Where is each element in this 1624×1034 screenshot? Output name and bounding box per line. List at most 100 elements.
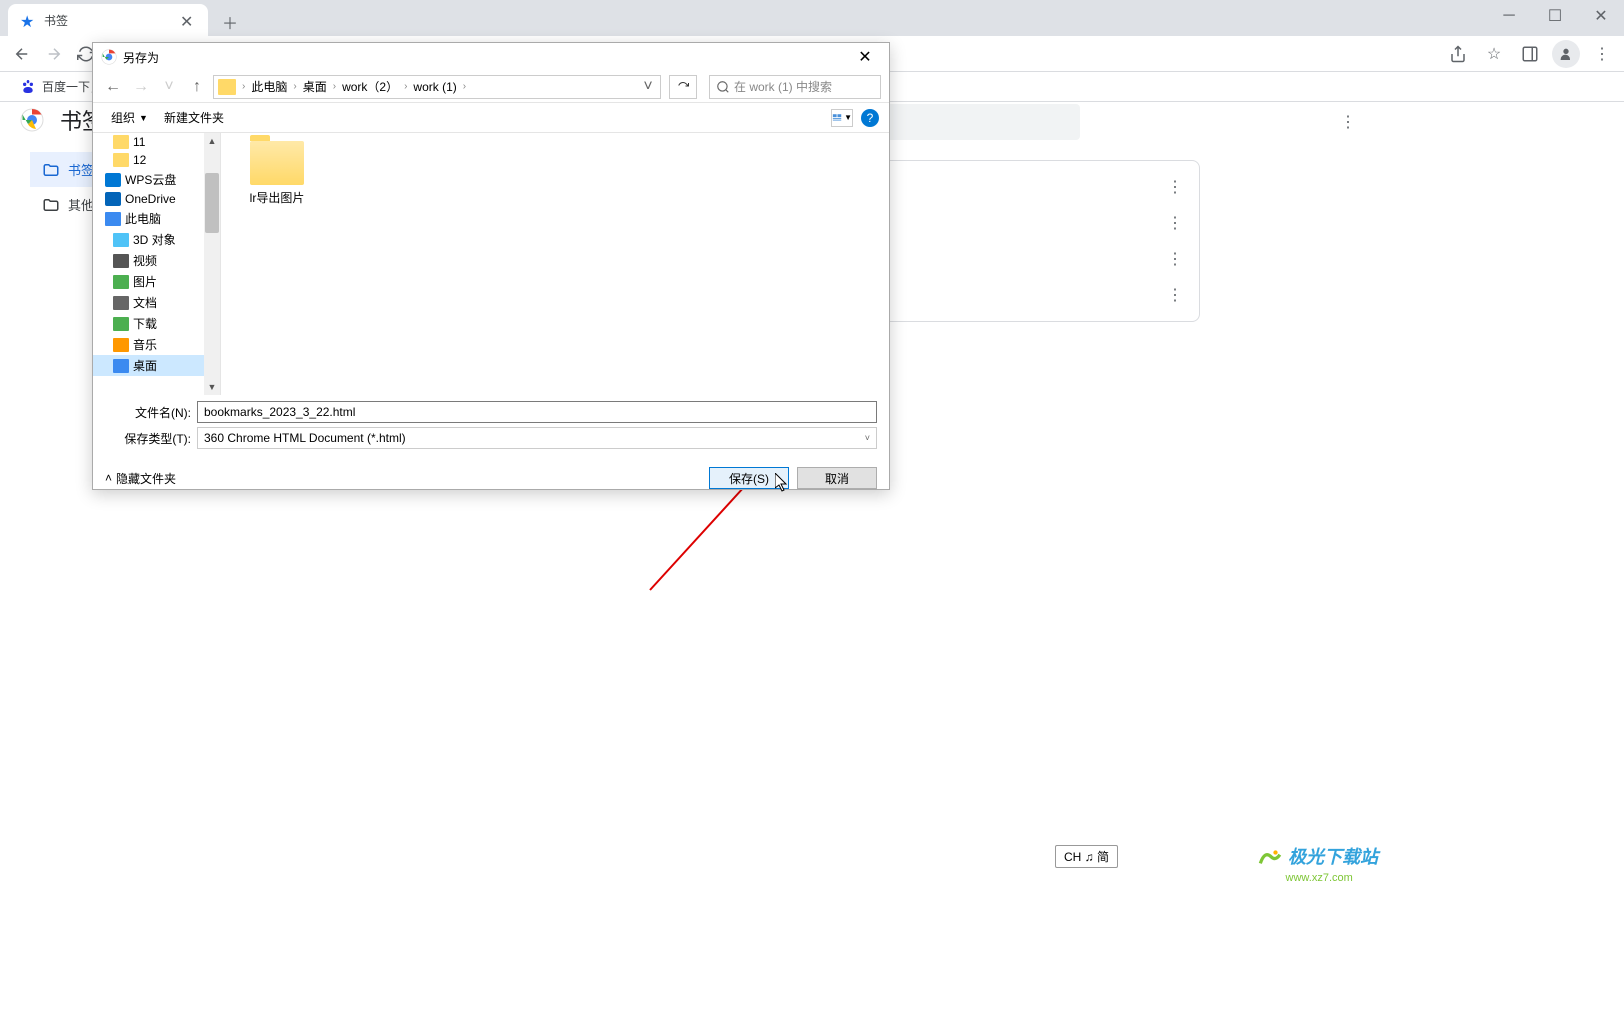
tree-scrollbar[interactable]: ▲ ▼	[204, 133, 220, 395]
tree-item-pictures[interactable]: 图片	[93, 271, 220, 292]
maximize-button[interactable]: ☐	[1532, 0, 1578, 32]
organize-button[interactable]: 组织 ▼	[103, 105, 156, 130]
chevron-right-icon[interactable]: ›	[331, 81, 338, 92]
folder-icon	[218, 79, 236, 95]
star-outline-icon[interactable]: ☆	[1480, 40, 1508, 68]
filename-label: 文件名(N):	[105, 404, 197, 421]
nav-recent-button[interactable]: ˅	[157, 75, 181, 99]
filetype-select[interactable]: 360 Chrome HTML Document (*.html) ˅	[197, 427, 877, 449]
dialog-search-input[interactable]: 在 work (1) 中搜索	[709, 75, 881, 99]
tree-item-downloads[interactable]: 下载	[93, 313, 220, 334]
tree-item-documents[interactable]: 文档	[93, 292, 220, 313]
cloud-icon	[105, 173, 121, 187]
nav-forward-button[interactable]: →	[129, 75, 153, 99]
share-icon[interactable]	[1444, 40, 1472, 68]
chevron-down-icon: ˅	[865, 433, 870, 443]
back-button[interactable]	[8, 40, 36, 68]
forward-button[interactable]	[40, 40, 68, 68]
scroll-up-icon[interactable]: ▲	[204, 133, 220, 149]
chrome-icon	[101, 49, 117, 65]
tree-item[interactable]: 11	[93, 133, 220, 151]
folder-icon	[42, 161, 60, 179]
more-dots-icon[interactable]: ⋮	[1167, 177, 1183, 197]
more-dots-icon[interactable]: ⋮	[1167, 249, 1183, 269]
scroll-thumb[interactable]	[205, 173, 219, 233]
breadcrumb-bar[interactable]: › 此电脑 › 桌面 › work（2） › work (1) › ˅	[213, 75, 661, 99]
more-dots-icon[interactable]: ⋮	[1167, 285, 1183, 305]
filename-input[interactable]	[197, 401, 877, 423]
baidu-icon	[20, 79, 36, 95]
view-mode-button[interactable]: ▼	[831, 109, 853, 127]
dialog-nav: ← → ˅ ↑ › 此电脑 › 桌面 › work（2） › work (1) …	[93, 71, 889, 103]
tab-title: 书签	[44, 12, 180, 29]
chevron-right-icon[interactable]: ›	[291, 81, 298, 92]
watermark-url: www.xz7.com	[1286, 872, 1378, 884]
sidebar-label: 书签	[68, 160, 94, 179]
chrome-logo-icon	[20, 108, 44, 132]
panel-icon[interactable]	[1516, 40, 1544, 68]
tree-item-music[interactable]: 音乐	[93, 334, 220, 355]
file-item[interactable]: lr导出图片	[237, 141, 317, 206]
dialog-body: 11 12 WPS云盘 OneDrive 此电脑 3D 对象 视频 图片 文档 …	[93, 133, 889, 395]
breadcrumb-dropdown-icon[interactable]: ˅	[640, 78, 656, 96]
filetype-label: 保存类型(T):	[105, 430, 197, 447]
music-icon	[113, 338, 129, 352]
menu-dots-icon[interactable]: ⋮	[1588, 40, 1616, 68]
tree-item-3d[interactable]: 3D 对象	[93, 229, 220, 250]
scroll-down-icon[interactable]: ▼	[204, 379, 220, 395]
file-name: lr导出图片	[250, 189, 305, 206]
save-button[interactable]: 保存(S)	[709, 467, 789, 489]
pc-icon	[105, 212, 121, 226]
tree-item-video[interactable]: 视频	[93, 250, 220, 271]
breadcrumb-item[interactable]: work（2）	[338, 78, 402, 95]
new-tab-button[interactable]: ＋	[216, 8, 244, 36]
dialog-fields: 文件名(N): 保存类型(T): 360 Chrome HTML Documen…	[93, 395, 889, 459]
picture-icon	[113, 275, 129, 289]
breadcrumb-item[interactable]: 此电脑	[247, 78, 291, 95]
folder-tree[interactable]: 11 12 WPS云盘 OneDrive 此电脑 3D 对象 视频 图片 文档 …	[93, 133, 221, 395]
download-icon	[113, 317, 129, 331]
folder-icon	[113, 135, 129, 149]
tree-item-wps[interactable]: WPS云盘	[93, 169, 220, 190]
more-dots-icon[interactable]: ⋮	[1167, 213, 1183, 233]
filetype-value: 360 Chrome HTML Document (*.html)	[204, 431, 406, 445]
chevron-right-icon[interactable]: ›	[240, 81, 247, 92]
dialog-titlebar[interactable]: 另存为 ✕	[93, 43, 889, 71]
folder-icon	[113, 153, 129, 167]
search-icon	[716, 80, 730, 94]
browser-tabbar: ★ 书签 ✕ ＋	[0, 0, 1624, 36]
refresh-button[interactable]	[669, 75, 697, 99]
chevron-right-icon[interactable]: ›	[402, 81, 409, 92]
help-button[interactable]: ?	[861, 109, 879, 127]
watermark-icon	[1256, 846, 1282, 872]
new-folder-button[interactable]: 新建文件夹	[156, 105, 232, 130]
file-list[interactable]: lr导出图片	[221, 133, 889, 395]
browser-tab[interactable]: ★ 书签 ✕	[8, 4, 208, 36]
hide-folders-toggle[interactable]: ˄ 隐藏文件夹	[105, 470, 176, 487]
new-folder-label: 新建文件夹	[164, 109, 224, 126]
chevron-right-icon[interactable]: ›	[461, 81, 468, 92]
dialog-title: 另存为	[123, 49, 849, 66]
dialog-close-button[interactable]: ✕	[849, 45, 881, 69]
minimize-button[interactable]: ─	[1486, 0, 1532, 32]
close-window-button[interactable]: ✕	[1578, 0, 1624, 32]
nav-back-button[interactable]: ←	[101, 75, 125, 99]
nav-up-button[interactable]: ↑	[185, 75, 209, 99]
chevron-down-icon: ▼	[139, 113, 148, 123]
bookmarks-menu-icon[interactable]: ⋮	[1340, 112, 1356, 132]
tree-item-desktop[interactable]: 桌面	[93, 355, 220, 376]
breadcrumb-item[interactable]: 桌面	[299, 78, 331, 95]
dialog-toolbar: 组织 ▼ 新建文件夹 ▼ ?	[93, 103, 889, 133]
folder-large-icon	[250, 141, 304, 185]
star-icon: ★	[20, 12, 36, 28]
tree-item-pc[interactable]: 此电脑	[93, 208, 220, 229]
tree-item[interactable]: 12	[93, 151, 220, 169]
organize-label: 组织	[111, 109, 135, 126]
profile-avatar[interactable]	[1552, 40, 1580, 68]
tab-close-icon[interactable]: ✕	[180, 12, 196, 28]
breadcrumb-item[interactable]: work (1)	[409, 80, 460, 94]
watermark: 极光下载站 www.xz7.com	[1256, 843, 1378, 884]
ime-indicator[interactable]: CH ♫ 简	[1055, 845, 1118, 868]
cancel-button[interactable]: 取消	[797, 467, 877, 489]
tree-item-onedrive[interactable]: OneDrive	[93, 190, 220, 208]
